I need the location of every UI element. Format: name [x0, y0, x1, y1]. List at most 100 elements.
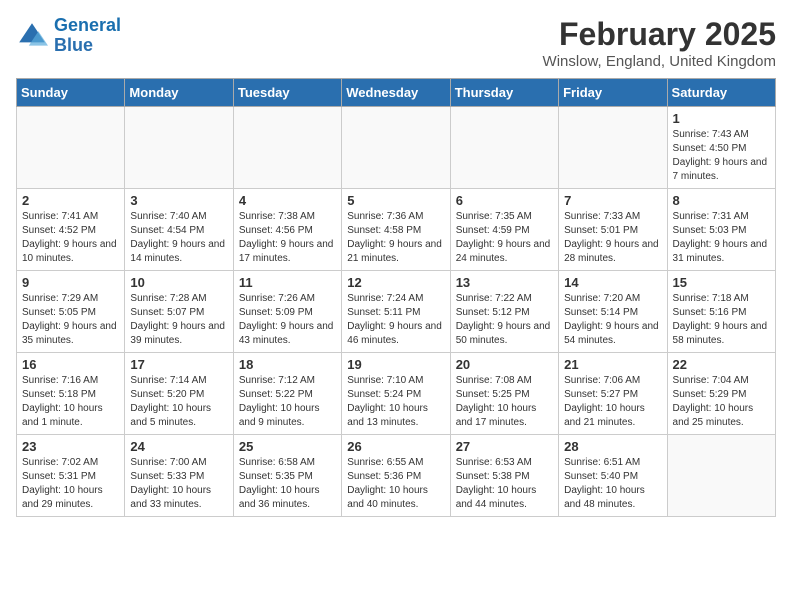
day-number: 8: [673, 193, 770, 208]
cell-details: Sunrise: 6:58 AM Sunset: 5:35 PM Dayligh…: [239, 456, 336, 512]
day-number: 27: [456, 439, 553, 454]
calendar-cell: [559, 107, 667, 189]
calendar-cell: 13 Sunrise: 7:22 AM Sunset: 5:12 PM Dayli…: [450, 271, 558, 353]
calendar-week-0: 1 Sunrise: 7:43 AM Sunset: 4:50 PM Daylig…: [17, 107, 776, 189]
day-header-thursday: Thursday: [450, 79, 558, 107]
calendar-week-1: 2 Sunrise: 7:41 AM Sunset: 4:52 PM Daylig…: [17, 189, 776, 271]
day-number: 6: [456, 193, 553, 208]
calendar-cell: 12Sunrise: 7:24 AM Sunset: 5:11 PM Dayli…: [342, 271, 450, 353]
cell-details: Sunrise: 7:14 AM Sunset: 5:20 PM Dayligh…: [130, 374, 227, 430]
calendar-cell: 9 Sunrise: 7:29 AM Sunset: 5:05 PM Daylig…: [17, 271, 125, 353]
calendar-cell: 22 Sunrise: 7:04 AM Sunset: 5:29 PM Dayli…: [667, 353, 775, 435]
day-header-friday: Friday: [559, 79, 667, 107]
cell-details: Sunrise: 7:26 AM Sunset: 5:09 PM Dayligh…: [239, 292, 336, 348]
cell-details: Sunrise: 7:20 AM Sunset: 5:14 PM Dayligh…: [564, 292, 661, 348]
cell-details: Sunrise: 7:29 AM Sunset: 5:05 PM Dayligh…: [22, 292, 119, 348]
day-number: 19: [347, 357, 444, 372]
logo-line2: Blue: [54, 35, 93, 55]
calendar-cell: [667, 435, 775, 517]
cell-details: Sunrise: 7:43 AM Sunset: 4:50 PM Dayligh…: [673, 128, 770, 184]
calendar-cell: 27 Sunrise: 6:53 AM Sunset: 5:38 PM Dayli…: [450, 435, 558, 517]
cell-details: Sunrise: 6:53 AM Sunset: 5:38 PM Dayligh…: [456, 456, 553, 512]
day-header-tuesday: Tuesday: [233, 79, 341, 107]
calendar-cell: [17, 107, 125, 189]
cell-details: Sunrise: 6:55 AM Sunset: 5:36 PM Dayligh…: [347, 456, 444, 512]
cell-details: Sunrise: 7:02 AM Sunset: 5:31 PM Dayligh…: [22, 456, 119, 512]
cell-details: Sunrise: 7:00 AM Sunset: 5:33 PM Dayligh…: [130, 456, 227, 512]
calendar-week-2: 9 Sunrise: 7:29 AM Sunset: 5:05 PM Daylig…: [17, 271, 776, 353]
month-title: February 2025: [543, 16, 776, 53]
cell-details: Sunrise: 7:04 AM Sunset: 5:29 PM Dayligh…: [673, 374, 770, 430]
day-number: 24: [130, 439, 227, 454]
location: Winslow, England, United Kingdom: [543, 53, 776, 70]
day-number: 28: [564, 439, 661, 454]
day-header-wednesday: Wednesday: [342, 79, 450, 107]
day-number: 1: [673, 111, 770, 126]
day-number: 13: [456, 275, 553, 290]
cell-details: Sunrise: 7:36 AM Sunset: 4:58 PM Dayligh…: [347, 210, 444, 266]
calendar-cell: 28 Sunrise: 6:51 AM Sunset: 5:40 PM Dayli…: [559, 435, 667, 517]
calendar-cell: 5 Sunrise: 7:36 AM Sunset: 4:58 PM Daylig…: [342, 189, 450, 271]
day-number: 15: [673, 275, 770, 290]
logo-icon: [16, 20, 48, 52]
calendar-cell: 20 Sunrise: 7:08 AM Sunset: 5:25 PM Dayli…: [450, 353, 558, 435]
day-number: 3: [130, 193, 227, 208]
calendar-cell: 4Sunrise: 7:38 AM Sunset: 4:56 PM Daylig…: [233, 189, 341, 271]
cell-details: Sunrise: 7:41 AM Sunset: 4:52 PM Dayligh…: [22, 210, 119, 266]
cell-details: Sunrise: 7:18 AM Sunset: 5:16 PM Dayligh…: [673, 292, 770, 348]
calendar-cell: 6 Sunrise: 7:35 AM Sunset: 4:59 PM Daylig…: [450, 189, 558, 271]
day-number: 2: [22, 193, 119, 208]
cell-details: Sunrise: 6:51 AM Sunset: 5:40 PM Dayligh…: [564, 456, 661, 512]
calendar-cell: 7Sunrise: 7:33 AM Sunset: 5:01 PM Daylig…: [559, 189, 667, 271]
cell-details: Sunrise: 7:40 AM Sunset: 4:54 PM Dayligh…: [130, 210, 227, 266]
logo: General Blue: [16, 16, 121, 56]
page-header: General Blue February 2025 Winslow, Engl…: [16, 16, 776, 70]
calendar-cell: 21 Sunrise: 7:06 AM Sunset: 5:27 PM Dayli…: [559, 353, 667, 435]
calendar-body: 1 Sunrise: 7:43 AM Sunset: 4:50 PM Daylig…: [17, 107, 776, 517]
day-number: 12: [347, 275, 444, 290]
title-block: February 2025 Winslow, England, United K…: [543, 16, 776, 70]
day-number: 5: [347, 193, 444, 208]
calendar-week-4: 23 Sunrise: 7:02 AM Sunset: 5:31 PM Dayli…: [17, 435, 776, 517]
cell-details: Sunrise: 7:22 AM Sunset: 5:12 PM Dayligh…: [456, 292, 553, 348]
day-number: 25: [239, 439, 336, 454]
day-number: 11: [239, 275, 336, 290]
cell-details: Sunrise: 7:16 AM Sunset: 5:18 PM Dayligh…: [22, 374, 119, 430]
calendar-cell: 25 Sunrise: 6:58 AM Sunset: 5:35 PM Dayli…: [233, 435, 341, 517]
calendar-cell: 15 Sunrise: 7:18 AM Sunset: 5:16 PM Dayli…: [667, 271, 775, 353]
calendar-cell: [450, 107, 558, 189]
cell-details: Sunrise: 7:06 AM Sunset: 5:27 PM Dayligh…: [564, 374, 661, 430]
day-number: 20: [456, 357, 553, 372]
day-number: 21: [564, 357, 661, 372]
day-number: 4: [239, 193, 336, 208]
calendar-cell: 2 Sunrise: 7:41 AM Sunset: 4:52 PM Daylig…: [17, 189, 125, 271]
cell-details: Sunrise: 7:31 AM Sunset: 5:03 PM Dayligh…: [673, 210, 770, 266]
day-number: 10: [130, 275, 227, 290]
day-header-sunday: Sunday: [17, 79, 125, 107]
day-number: 16: [22, 357, 119, 372]
cell-details: Sunrise: 7:35 AM Sunset: 4:59 PM Dayligh…: [456, 210, 553, 266]
calendar-cell: 19Sunrise: 7:10 AM Sunset: 5:24 PM Dayli…: [342, 353, 450, 435]
day-number: 9: [22, 275, 119, 290]
day-number: 23: [22, 439, 119, 454]
logo-line1: General: [54, 15, 121, 35]
calendar-cell: 23 Sunrise: 7:02 AM Sunset: 5:31 PM Dayli…: [17, 435, 125, 517]
cell-details: Sunrise: 7:28 AM Sunset: 5:07 PM Dayligh…: [130, 292, 227, 348]
calendar-cell: 11 Sunrise: 7:26 AM Sunset: 5:09 PM Dayli…: [233, 271, 341, 353]
day-number: 26: [347, 439, 444, 454]
calendar-header-row: SundayMondayTuesdayWednesdayThursdayFrid…: [17, 79, 776, 107]
day-header-saturday: Saturday: [667, 79, 775, 107]
calendar-cell: 3 Sunrise: 7:40 AM Sunset: 4:54 PM Daylig…: [125, 189, 233, 271]
calendar-week-3: 16 Sunrise: 7:16 AM Sunset: 5:18 PM Dayli…: [17, 353, 776, 435]
day-number: 22: [673, 357, 770, 372]
logo-text: General Blue: [54, 16, 121, 56]
calendar-cell: [125, 107, 233, 189]
calendar-cell: 14Sunrise: 7:20 AM Sunset: 5:14 PM Dayli…: [559, 271, 667, 353]
calendar-cell: 10 Sunrise: 7:28 AM Sunset: 5:07 PM Dayli…: [125, 271, 233, 353]
cell-details: Sunrise: 7:08 AM Sunset: 5:25 PM Dayligh…: [456, 374, 553, 430]
day-number: 7: [564, 193, 661, 208]
day-number: 17: [130, 357, 227, 372]
calendar-cell: 17 Sunrise: 7:14 AM Sunset: 5:20 PM Dayli…: [125, 353, 233, 435]
calendar-cell: [233, 107, 341, 189]
calendar-cell: 16 Sunrise: 7:16 AM Sunset: 5:18 PM Dayli…: [17, 353, 125, 435]
